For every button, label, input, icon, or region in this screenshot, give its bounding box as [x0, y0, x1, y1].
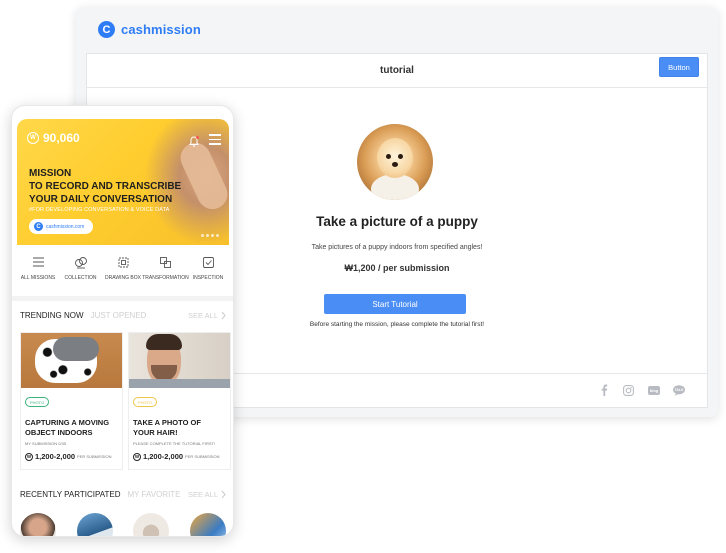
- panel-header: tutorial Button: [87, 54, 707, 88]
- talk-icon[interactable]: TALK: [672, 384, 685, 396]
- tab-recently-participated[interactable]: RECENTLY PARTICIPATED: [20, 490, 120, 499]
- hamburger-menu-icon[interactable]: [209, 134, 221, 148]
- svg-text:blog: blog: [649, 388, 658, 393]
- price-unit: PER SUBMISSION: [77, 454, 112, 459]
- hero-subtitle: #FOR DEVELOPING CONVERSATION & VOICE DAT…: [29, 207, 170, 213]
- notification-bell-icon[interactable]: [189, 134, 199, 152]
- won-icon: W: [133, 452, 141, 461]
- blog-icon[interactable]: blog: [647, 384, 660, 396]
- panel-title: tutorial: [380, 65, 414, 76]
- tab-just-opened[interactable]: JUST OPENED: [91, 311, 147, 320]
- mission-card-subtext: PLEASE COMPLETE THE TUTORIAL FIRST!: [133, 441, 216, 446]
- balance: W 90,060: [27, 131, 80, 145]
- brand-logo[interactable]: C cashmission: [98, 21, 201, 38]
- carousel-indicator: [201, 234, 219, 237]
- category-label: COLLECTION: [64, 275, 97, 281]
- mission-card-title: TAKE A PHOTO OF YOUR HAIR!: [133, 418, 201, 437]
- section-divider: [12, 296, 233, 301]
- see-all-label: SEE ALL: [187, 311, 218, 320]
- category-all-missions[interactable]: ALL MISSIONS: [17, 254, 59, 292]
- trending-tabs: TRENDING NOW JUST OPENED SEE ALL: [20, 311, 226, 320]
- price-unit: PER SUBMISSION: [185, 454, 220, 459]
- svg-text:TALK: TALK: [674, 388, 684, 392]
- category-menu: ALL MISSIONS COLLECTION DRAWING BOX TRAN…: [17, 254, 229, 292]
- balance-value: 90,060: [43, 131, 80, 145]
- mission-card-title: CAPTURING A MOVING OBJECT INDOORS: [25, 418, 110, 437]
- facebook-icon[interactable]: [597, 384, 610, 396]
- won-icon: W: [25, 452, 33, 461]
- price-range: 1,200-2,000: [35, 452, 76, 461]
- mobile-app-mockup: W 90,060 MISSION TO RECORD AND TRANSCRIB…: [11, 105, 234, 537]
- man-photo: [129, 333, 230, 388]
- see-all-link[interactable]: SEE ALL: [188, 311, 226, 320]
- transformation-icon: [159, 254, 172, 270]
- cat-photo: [21, 333, 122, 388]
- list-icon: [32, 254, 45, 270]
- social-links: blog TALK: [597, 384, 685, 396]
- recent-mission-thumbnail[interactable]: [20, 513, 56, 536]
- mission-card-price: W 1,200-2,000 PER SUBMISSION: [25, 452, 112, 461]
- hero-title: MISSION TO RECORD AND TRANSCRIBE YOUR DA…: [29, 168, 182, 205]
- category-collection[interactable]: COLLECTION: [60, 254, 102, 292]
- recent-missions-row: [20, 513, 226, 536]
- category-label: INSPECTION: [192, 275, 224, 281]
- mission-card-subtext: MY SUBMISSION 0/35: [25, 441, 67, 446]
- tab-my-favorite[interactable]: MY FAVORITE: [127, 490, 180, 499]
- recent-mission-thumbnail[interactable]: [189, 513, 226, 536]
- cashmission-logo-icon: C: [98, 21, 115, 38]
- category-drawing-box[interactable]: DRAWING BOX: [102, 254, 144, 292]
- category-inspection[interactable]: INSPECTION: [187, 254, 229, 292]
- header-button[interactable]: Button: [659, 57, 699, 77]
- cashmission-logo-icon: C: [34, 222, 43, 231]
- inspection-icon: [202, 254, 215, 270]
- site-link-pill[interactable]: C cashmission.com: [29, 219, 93, 234]
- chevron-right-icon: [221, 311, 226, 320]
- chevron-right-icon: [221, 490, 226, 499]
- brand-name: cashmission: [121, 22, 201, 37]
- category-label: DRAWING BOX: [105, 275, 141, 281]
- site-link-text: cashmission.com: [46, 223, 85, 230]
- category-label: ALL MISSIONS: [20, 275, 56, 281]
- category-transformation[interactable]: TRANSFORMATION: [142, 254, 189, 292]
- instagram-icon[interactable]: [622, 384, 635, 396]
- see-all-label: SEE ALL: [187, 490, 218, 499]
- tab-trending-now[interactable]: TRENDING NOW: [20, 311, 84, 320]
- recent-mission-thumbnail[interactable]: [76, 513, 113, 536]
- mission-card[interactable]: PHOTO CAPTURING A MOVING OBJECT INDOORS …: [20, 332, 123, 470]
- hero-banner[interactable]: W 90,060 MISSION TO RECORD AND TRANSCRIB…: [17, 119, 229, 245]
- see-all-link[interactable]: SEE ALL: [188, 490, 226, 499]
- recent-mission-thumbnail[interactable]: [133, 513, 170, 536]
- mission-tag: PHOTO: [133, 397, 158, 407]
- category-label: TRANSFORMATION: [142, 275, 189, 281]
- mission-tag: PHOTO: [25, 397, 50, 407]
- price-range: 1,200-2,000: [143, 452, 184, 461]
- start-tutorial-button[interactable]: Start Tutorial: [324, 294, 466, 314]
- recent-tabs: RECENTLY PARTICIPATED MY FAVORITE SEE AL…: [20, 490, 226, 499]
- won-icon: W: [27, 132, 39, 144]
- collection-icon: [74, 254, 88, 270]
- mission-card-price: W 1,200-2,000 PER SUBMISSION: [133, 452, 220, 461]
- drawing-box-icon: [117, 254, 130, 270]
- puppy-image: [357, 124, 433, 200]
- mission-card[interactable]: PHOTO TAKE A PHOTO OF YOUR HAIR! PLEASE …: [128, 332, 231, 470]
